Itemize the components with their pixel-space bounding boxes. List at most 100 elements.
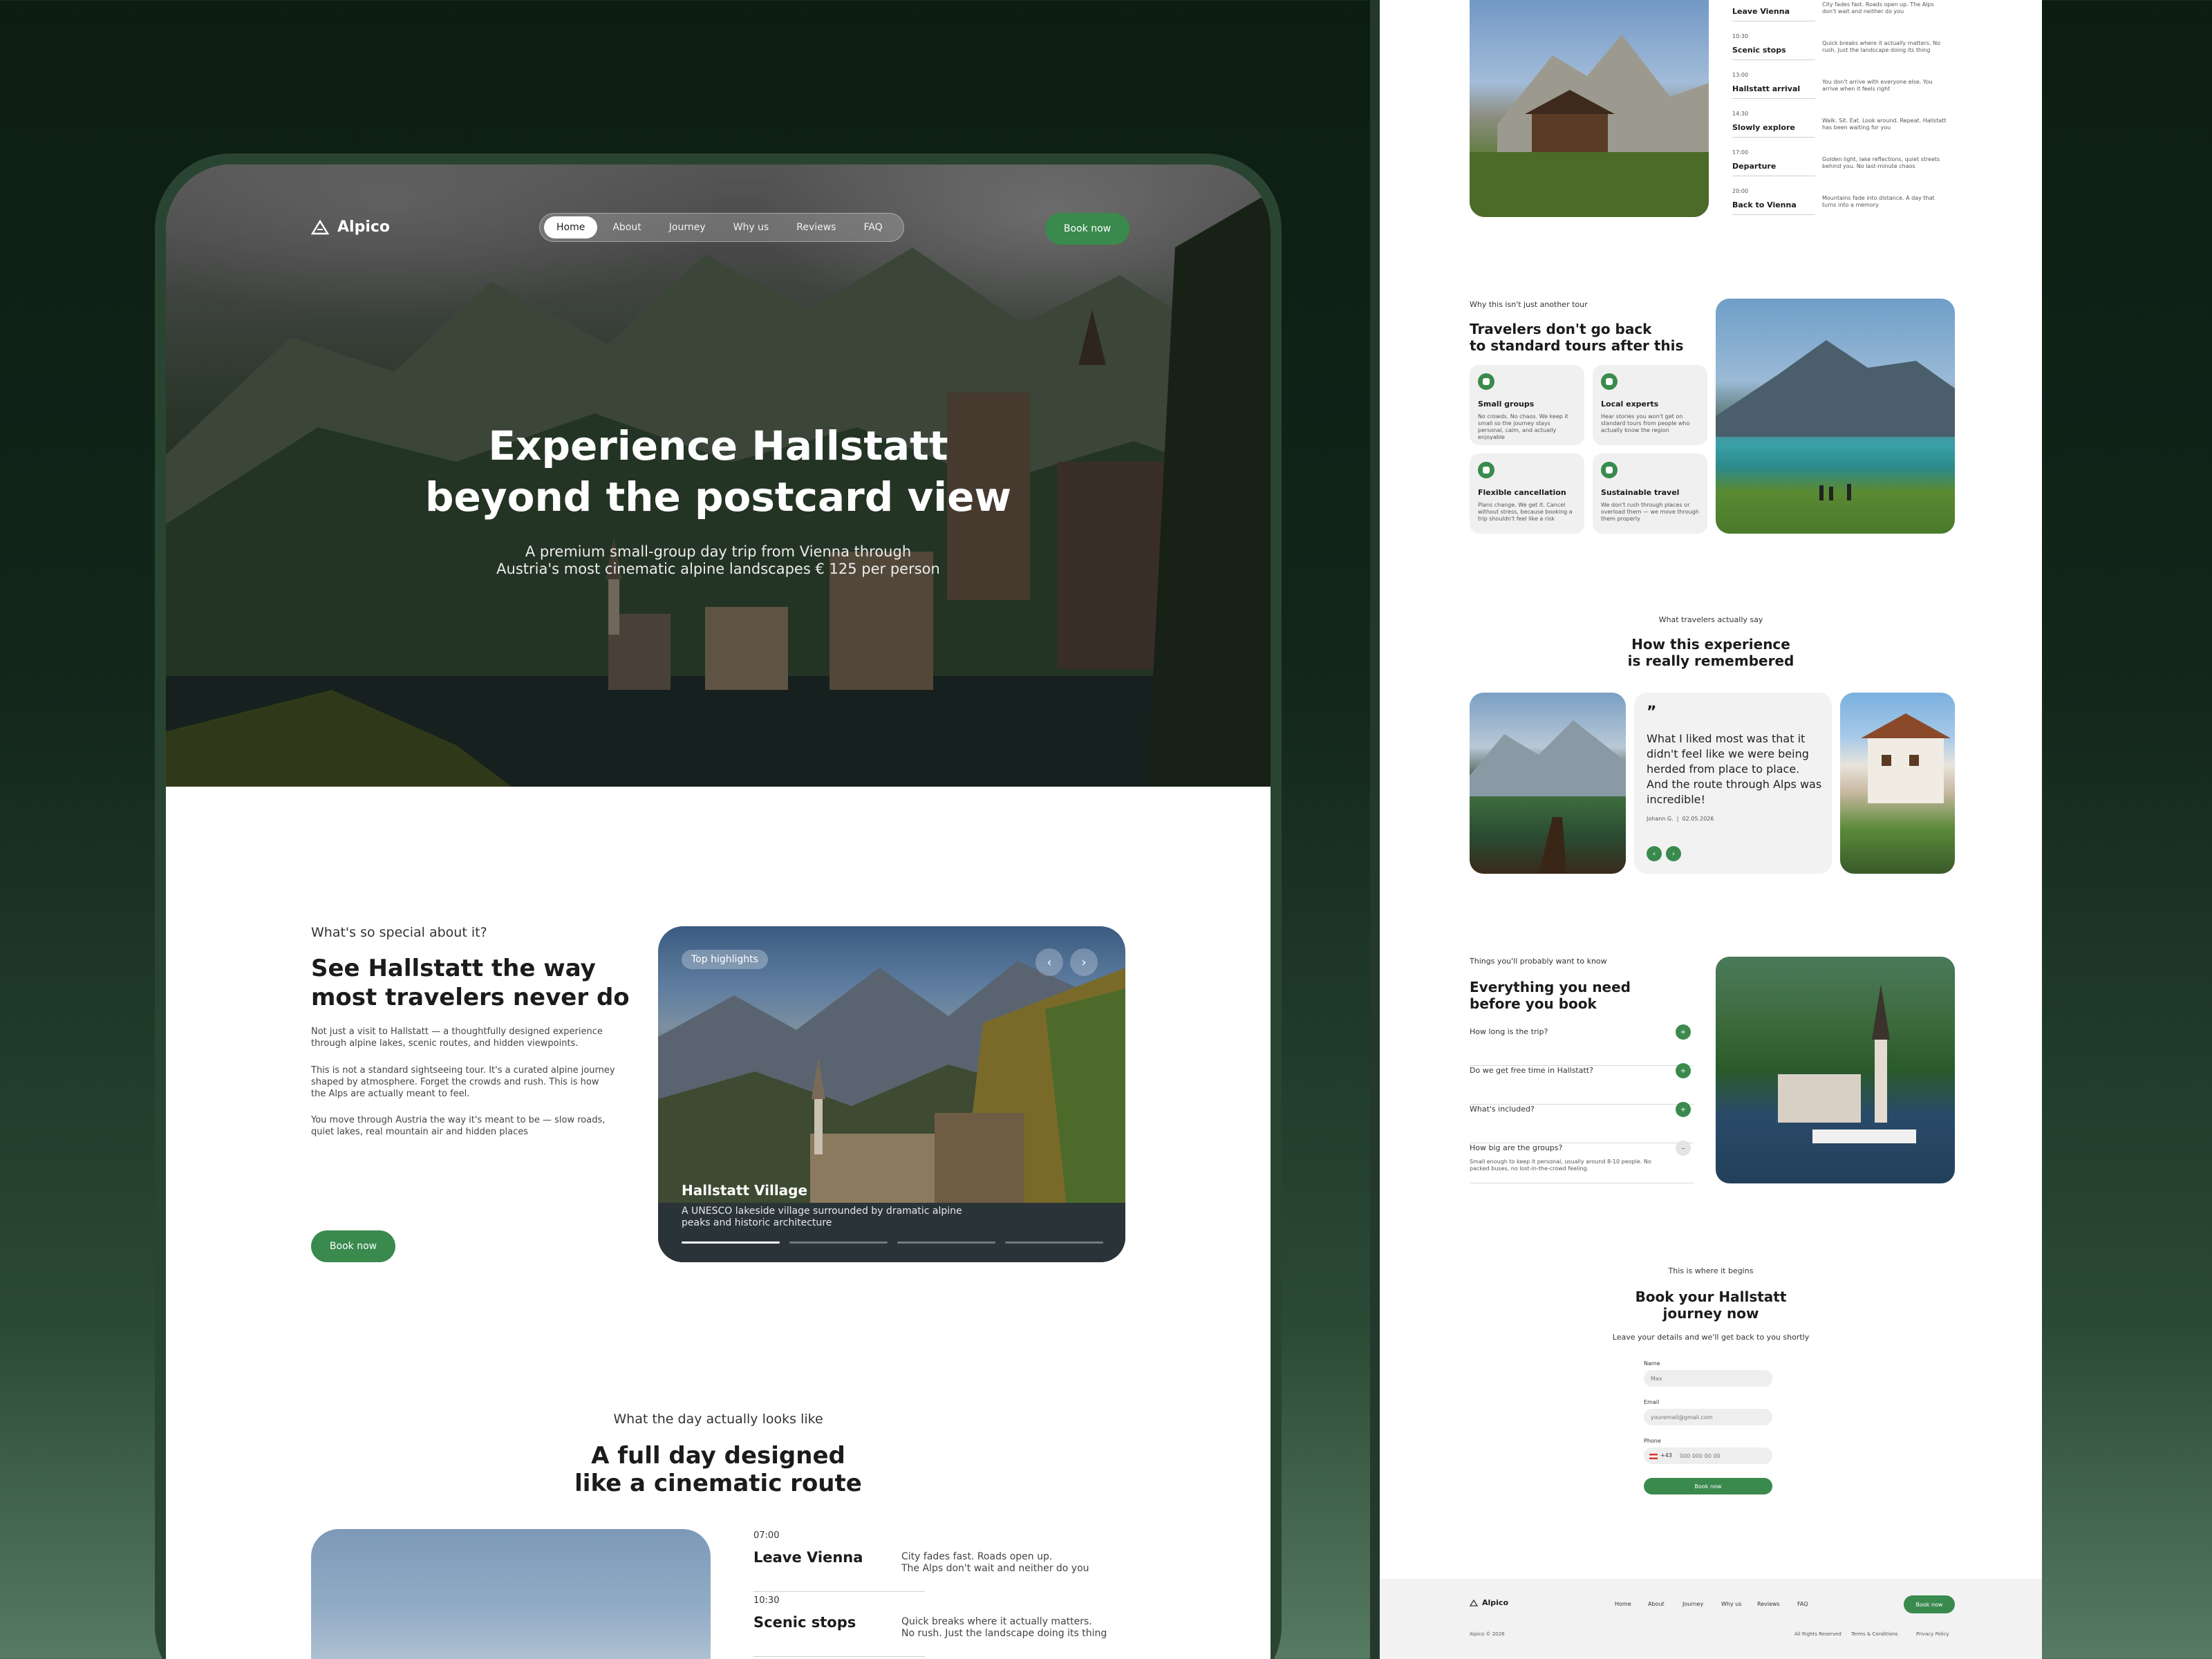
email-label: Email: [1644, 1399, 1660, 1405]
day-title-line2: like a cinematic route: [574, 1470, 862, 1497]
card-desc: Hear stories you won't get on standard t…: [1601, 413, 1690, 433]
footer-nav-why-us[interactable]: Why us: [1721, 1601, 1742, 1607]
r-timeline-name: Scenic stops: [1732, 46, 1786, 55]
hero-title: Experience Hallstatt beyond the postcard…: [166, 420, 1271, 523]
footer-terms-link[interactable]: Terms & Conditions: [1851, 1631, 1898, 1637]
phone-country-code[interactable]: +43: [1660, 1452, 1672, 1459]
lake-photo: [1716, 299, 1955, 534]
booking-subtitle: Leave your details and we'll get back to…: [1612, 1333, 1810, 1342]
booking-submit-button[interactable]: Book now: [1644, 1478, 1772, 1494]
faq-title-line2: before you book: [1470, 995, 1597, 1012]
card-desc: No crowds. No chaos. We keep it small so…: [1478, 413, 1568, 440]
faq-item-open[interactable]: How big are the groups? – Small enough t…: [1470, 1141, 1694, 1183]
why-title-line2: to standard tours after this: [1470, 337, 1684, 354]
review-separator: |: [1675, 816, 1683, 822]
nav-why-us[interactable]: Why us: [721, 216, 782, 238]
page-edge: [1370, 0, 1380, 1659]
footer-nav-faq[interactable]: FAQ: [1797, 1601, 1808, 1607]
review-prev-button[interactable]: ‹: [1647, 846, 1662, 861]
hero-title-line1: Experience Hallstatt: [488, 422, 948, 469]
nav-faq[interactable]: FAQ: [851, 216, 894, 238]
footer-nav-about[interactable]: About: [1648, 1601, 1665, 1607]
hero-section: Alpico Home About Journey Why us Reviews…: [166, 165, 1271, 787]
minus-icon[interactable]: –: [1676, 1141, 1691, 1156]
review-date: 02.05.2026: [1682, 816, 1714, 822]
plus-icon[interactable]: +: [1676, 1102, 1691, 1117]
feature-card-flexible-cancellation: Flexible cancellation Plans change. We g…: [1470, 453, 1584, 534]
header-logo[interactable]: Alpico: [311, 218, 390, 236]
r-timeline-desc: Golden light, lake reflections, quiet st…: [1822, 156, 1940, 169]
r-timeline-divider: [1732, 137, 1815, 138]
review-card: ” What I liked most was that it didn't f…: [1634, 693, 1832, 874]
review-text: What I liked most was that it didn't fee…: [1647, 732, 1822, 806]
footer-book-button[interactable]: Book now: [1904, 1595, 1955, 1613]
slider-progress-3[interactable]: [897, 1241, 995, 1244]
slider-prev-button[interactable]: ‹: [1035, 948, 1063, 976]
footer-privacy-link[interactable]: Privacy Policy: [1916, 1631, 1949, 1637]
r-timeline-name: Slowly explore: [1732, 123, 1795, 132]
plus-icon[interactable]: +: [1676, 1063, 1691, 1078]
footer-nav-reviews[interactable]: Reviews: [1757, 1601, 1780, 1607]
card-title: Sustainable travel: [1601, 488, 1680, 497]
reviews-title-line2: is really remembered: [1627, 653, 1794, 669]
footer-brand: Alpico: [1482, 1598, 1509, 1607]
r-timeline-desc: Mountains fade into distance. A day that…: [1822, 195, 1935, 208]
austria-flag-icon[interactable]: [1649, 1454, 1658, 1459]
review-meta: Johann G. | 02.05.2026: [1647, 816, 1714, 822]
card-title: Flexible cancellation: [1478, 488, 1566, 497]
slider-progress-4[interactable]: [1005, 1241, 1103, 1244]
r-timeline-desc: City fades fast. Roads open up. The Alps…: [1822, 1, 1934, 15]
special-paragraph-1: Not just a visit to Hallstatt — a though…: [311, 1027, 603, 1049]
nav-journey[interactable]: Journey: [657, 216, 718, 238]
why-title-line1: Travelers don't go back: [1470, 321, 1652, 337]
email-input[interactable]: [1644, 1409, 1772, 1425]
nav-about[interactable]: About: [600, 216, 653, 238]
special-title-line2: most travelers never do: [311, 984, 630, 1011]
faq-item[interactable]: How long is the trip? +: [1470, 1024, 1694, 1066]
feature-card-local-experts: Local experts Hear stories you won't get…: [1593, 365, 1707, 445]
slider-progress-2[interactable]: [789, 1241, 888, 1244]
timeline-time: 07:00: [753, 1530, 780, 1541]
day-title: A full day designed like a cinematic rou…: [166, 1442, 1271, 1497]
nav-home[interactable]: Home: [544, 216, 598, 238]
booking-title: Book your Hallstatt journey now: [1380, 1288, 2042, 1322]
reviews-eyebrow: What travelers actually say: [1658, 615, 1763, 624]
slider-next-button[interactable]: ›: [1070, 948, 1098, 976]
landing-page: Alpico Home About Journey Why us Reviews…: [166, 165, 1271, 1659]
mountain-logo-icon: [311, 219, 329, 234]
r-timeline-desc: You don't arrive with everyone else. You…: [1822, 79, 1933, 92]
church-image: [1778, 984, 1916, 1143]
feature-card-sustainable-travel: Sustainable travel We don't rush through…: [1593, 453, 1707, 534]
mountain-lake-image: [1470, 720, 1626, 874]
faq-question: How long is the trip?: [1470, 1027, 1548, 1036]
day-photo: [311, 1529, 711, 1659]
booking-title-line2: journey now: [1662, 1305, 1759, 1322]
r-timeline-desc: Quick breaks where it actually matters. …: [1822, 40, 1940, 53]
name-input[interactable]: [1644, 1370, 1772, 1387]
nav-reviews[interactable]: Reviews: [784, 216, 848, 238]
faq-question: What's included?: [1470, 1105, 1535, 1114]
footer-nav-home[interactable]: Home: [1615, 1601, 1631, 1607]
timeline-desc-line: The Alps don't wait and neither do you: [901, 1563, 1089, 1574]
footer-logo[interactable]: Alpico: [1470, 1598, 1508, 1607]
timeline-name: Leave Vienna: [753, 1549, 863, 1566]
special-paragraph-2: This is not a standard sightseeing tour.…: [311, 1065, 615, 1099]
footer-nav-journey[interactable]: Journey: [1683, 1601, 1703, 1607]
main-nav: Home About Journey Why us Reviews FAQ: [539, 213, 904, 242]
card-title: Local experts: [1601, 400, 1659, 409]
device-frame: Alpico Home About Journey Why us Reviews…: [155, 153, 1282, 1659]
faq-item[interactable]: What's included? +: [1470, 1102, 1694, 1143]
plus-icon[interactable]: +: [1676, 1024, 1691, 1040]
slider-progress-1[interactable]: [682, 1241, 780, 1244]
review-next-button[interactable]: ›: [1666, 846, 1681, 861]
footer-rights: All Rights Reserved: [1794, 1631, 1841, 1637]
brand-name: Alpico: [337, 218, 391, 236]
name-label: Name: [1644, 1360, 1660, 1367]
special-book-button[interactable]: Book now: [311, 1230, 395, 1262]
r-timeline-name: Back to Vienna: [1732, 200, 1797, 209]
timeline-desc-scenic: Quick breaks where it actually matters. …: [901, 1616, 1136, 1640]
faq-item[interactable]: Do we get free time in Hallstatt? +: [1470, 1063, 1694, 1105]
header-book-button[interactable]: Book now: [1045, 213, 1130, 245]
r-timeline-name: Hallstatt arrival: [1732, 84, 1801, 93]
group-icon: [1478, 373, 1494, 390]
